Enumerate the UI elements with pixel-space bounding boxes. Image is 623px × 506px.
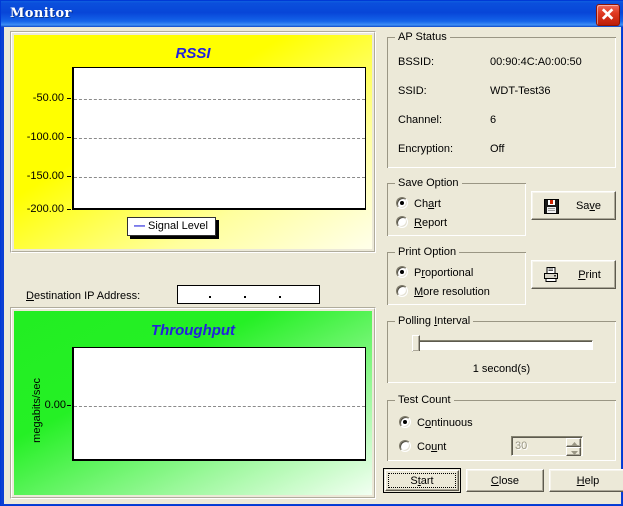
throughput-chart-panel: Throughput megabits/sec 0.00 (10, 307, 376, 499)
throughput-chart[interactable]: Throughput megabits/sec 0.00 (14, 311, 372, 495)
radio-dot (400, 201, 404, 205)
start-button[interactable]: Start (383, 468, 461, 493)
count-spinner-up-button[interactable] (566, 438, 581, 447)
printer-icon (544, 267, 558, 282)
rssi-ytick-mark (67, 98, 71, 99)
radio-continuous-label: Continuous (417, 417, 473, 429)
rssi-chart-title: RSSI (175, 45, 211, 62)
print-option-group: Print Option Proportional More resolutio… (387, 246, 526, 305)
radio-continuous[interactable] (399, 416, 411, 428)
rssi-ytick-label: -200.00 (26, 203, 64, 215)
test-count-group-label: Test Count (395, 394, 454, 406)
throughput-chart-title: Throughput (150, 322, 236, 339)
ip-separator-dot (209, 296, 211, 298)
throughput-plot-area (72, 347, 366, 461)
radio-print-proportional-label: Proportional (414, 267, 474, 279)
close-button-label: Close (490, 475, 520, 487)
radio-print-more-resolution-label: More resolution (414, 286, 490, 298)
window-title: Monitor (10, 6, 72, 21)
count-spinner-buttons[interactable] (566, 438, 581, 456)
throughput-gridline (74, 406, 365, 407)
throughput-ytick-label: 0.00 (44, 399, 66, 411)
destination-ip-label-accesskey: D (26, 290, 34, 302)
rssi-chart-panel: RSSI -50.00 -100.00 -150.00 -200.00 — Si… (10, 31, 376, 253)
encryption-value: Off (490, 143, 505, 155)
test-count-group: Test Count Continuous Count 30 (387, 394, 616, 461)
save-button[interactable]: Save (531, 191, 616, 220)
encryption-label: Encryption: (398, 143, 454, 155)
chevron-up-icon (571, 442, 578, 446)
destination-ip-input[interactable] (177, 285, 320, 304)
rssi-ytick-mark (67, 176, 71, 177)
rssi-chart-legend[interactable]: — Signal Level (127, 217, 216, 236)
ssid-label: SSID: (398, 85, 427, 97)
radio-count-label: Count (417, 441, 447, 453)
help-button-label: Help (576, 475, 600, 487)
floppy-disk-icon (544, 199, 559, 214)
ip-separator-dot (244, 296, 246, 298)
save-option-group-label: Save Option (395, 177, 462, 189)
save-button-label: Save (575, 200, 602, 212)
print-button[interactable]: Print (531, 260, 616, 289)
bssid-label: BSSID: (398, 56, 435, 68)
count-spinner-down-button[interactable] (566, 447, 581, 456)
rssi-ytick-mark (67, 137, 71, 138)
title-bar[interactable]: Monitor (1, 1, 623, 27)
throughput-ytick-mark (67, 405, 71, 406)
rssi-ytick-label: -150.00 (26, 170, 64, 182)
polling-interval-group-label: Polling Interval (395, 315, 474, 327)
radio-save-report-label: Report (414, 217, 448, 229)
radio-save-chart[interactable] (396, 197, 408, 209)
count-spinner-value: 30 (515, 440, 528, 452)
help-button[interactable]: Help (549, 469, 623, 492)
ap-status-group-label: AP Status (395, 31, 450, 43)
destination-ip-label: Destination IP Address: (26, 290, 140, 302)
rssi-chart[interactable]: RSSI -50.00 -100.00 -150.00 -200.00 — Si… (14, 35, 372, 249)
close-button[interactable]: Close (466, 469, 544, 492)
channel-label: Channel: (398, 114, 443, 126)
channel-value: 6 (490, 114, 497, 126)
save-option-group: Save Option Chart Report (387, 177, 526, 236)
rssi-gridline (74, 99, 365, 100)
destination-ip-label-text: estination IP Address: (33, 290, 141, 302)
radio-dot (403, 420, 407, 424)
polling-interval-group: Polling Interval 1 second(s) (387, 315, 616, 383)
ssid-value: WDT-Test36 (490, 85, 551, 97)
ap-status-group: AP Status BSSID: 00:90:4C:A0:00:50 SSID:… (387, 31, 616, 168)
radio-print-more-resolution[interactable] (396, 285, 408, 297)
rssi-ytick-mark (67, 209, 71, 210)
dialog-client-area: RSSI -50.00 -100.00 -150.00 -200.00 — Si… (4, 27, 623, 504)
chevron-down-icon (571, 451, 578, 455)
polling-interval-slider-thumb[interactable] (412, 335, 422, 356)
radio-save-report[interactable] (396, 216, 408, 228)
print-option-group-label: Print Option (395, 246, 460, 258)
rssi-ytick-label: -50.00 (32, 92, 64, 104)
rssi-gridline (74, 138, 365, 139)
rssi-gridline (74, 177, 365, 178)
monitor-window: Monitor RSSI -50.00 -100.00 -150.00 -200… (0, 0, 623, 506)
radio-save-chart-label: Chart (414, 198, 441, 210)
print-button-label: Print (578, 269, 601, 281)
polling-interval-value: 1 second(s) (472, 363, 531, 375)
close-icon (601, 8, 614, 20)
polling-interval-slider-track[interactable] (412, 335, 593, 356)
ip-separator-dot (279, 296, 281, 298)
start-button-label: Start (410, 475, 434, 487)
rssi-plot-area (72, 67, 366, 210)
close-window-button[interactable] (596, 4, 620, 26)
radio-dot (400, 270, 404, 274)
radio-count[interactable] (399, 440, 411, 452)
radio-print-proportional[interactable] (396, 266, 408, 278)
legend-label: Signal Level (148, 220, 208, 232)
count-spinner[interactable]: 30 (511, 436, 583, 456)
bssid-value: 00:90:4C:A0:00:50 (490, 56, 582, 68)
rssi-ytick-label: -100.00 (26, 131, 64, 143)
legend-line-swatch: — (134, 220, 145, 232)
